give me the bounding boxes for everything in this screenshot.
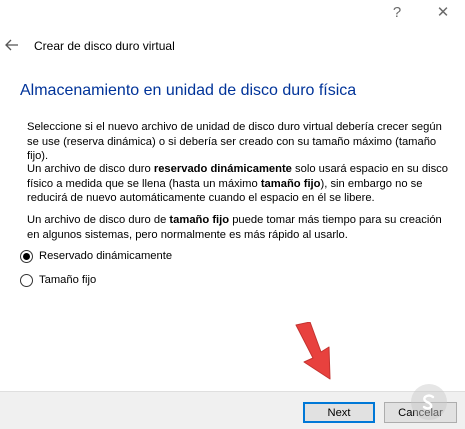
bold-text: tamaño fijo [260,177,321,190]
description-paragraph-2: Un archivo de disco duro reservado dinám… [27,162,452,206]
radio-label[interactable]: Reservado dinámicamente [39,250,172,262]
bold-text: reservado dinámicamente [153,163,292,175]
radio-button-selected[interactable] [20,249,33,263]
text-fragment: Un archivo de disco duro de [27,214,170,226]
back-arrow-icon[interactable] [3,36,21,54]
title-bar: ? ✕ [0,0,465,24]
description-paragraph-1: Seleccione si el nuevo archivo de unidad… [27,121,442,162]
next-button[interactable]: Next [303,402,375,423]
radio-fixed[interactable]: Tamaño fijo [20,271,96,289]
radio-dot [23,252,30,260]
radio-button[interactable] [20,273,33,287]
close-button[interactable]: ✕ [423,0,463,24]
wizard-title: Crear de disco duro virtual [34,39,175,53]
help-button[interactable]: ? [377,0,417,24]
radio-label[interactable]: Tamaño fijo [39,274,96,286]
radio-dynamic[interactable]: Reservado dinámicamente [20,247,172,265]
page-heading: Almacenamiento en unidad de disco duro f… [20,82,357,99]
watermark-logo-icon [411,384,447,420]
bold-text: tamaño fijo [169,214,230,226]
text-fragment: Un archivo de disco duro [27,163,154,175]
red-arrow-icon [295,322,331,380]
description-paragraph-3: Un archivo de disco duro de tamaño fijo … [27,213,452,242]
